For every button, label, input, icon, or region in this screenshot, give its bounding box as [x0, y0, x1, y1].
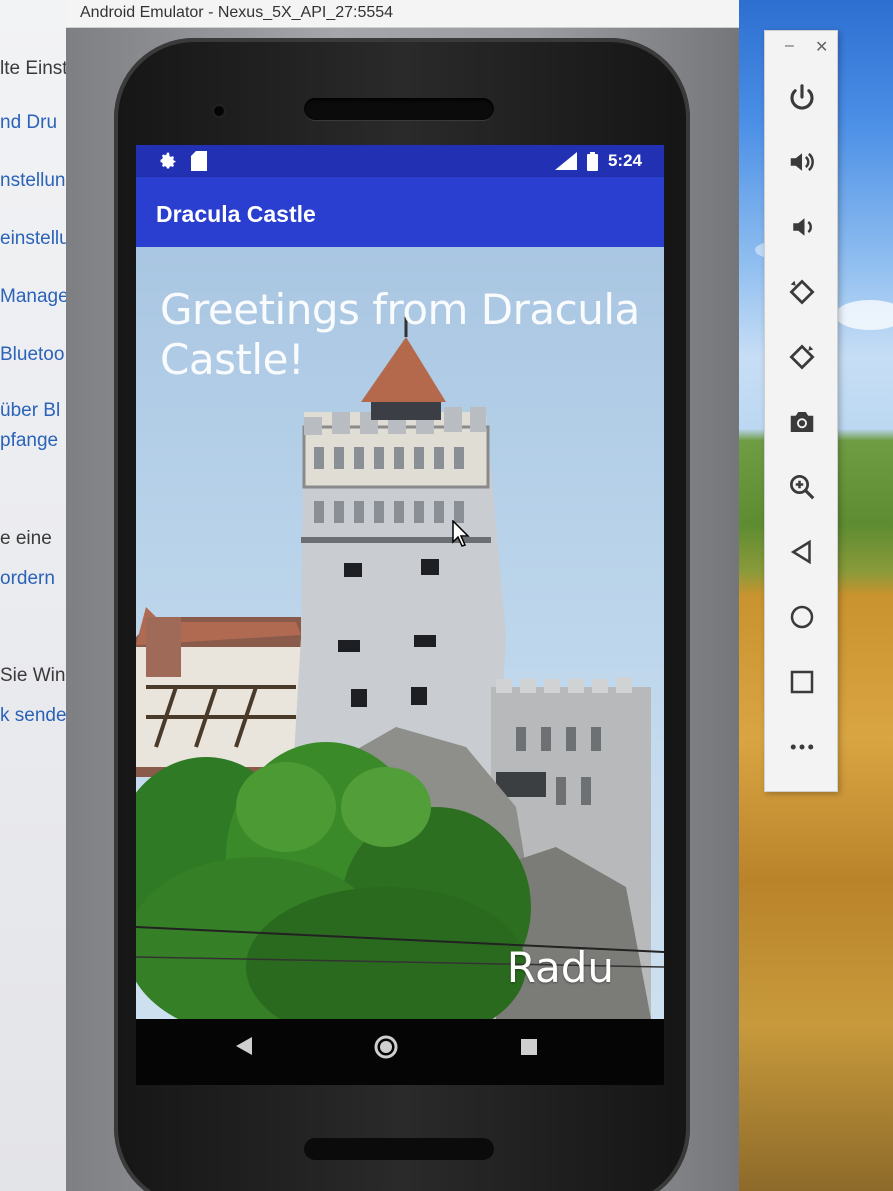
status-bar: 5:24	[136, 145, 664, 177]
volume-down-button[interactable]	[782, 207, 822, 247]
volume-up-icon	[790, 152, 814, 172]
background-text: Sie Win	[0, 665, 66, 686]
status-icons-right: 5:24	[554, 151, 642, 171]
rotate-left-icon	[789, 279, 815, 305]
back-icon[interactable]	[236, 1035, 252, 1061]
rotate-left-button[interactable]	[782, 272, 822, 312]
background-link[interactable]: Manage	[0, 286, 69, 308]
background-link[interactable]: nstellun	[0, 170, 66, 192]
castle-photo: Greetings from Dracula Castle! Radu	[136, 247, 664, 1019]
signature-text: Radu	[506, 943, 614, 992]
home-icon[interactable]	[374, 1035, 398, 1065]
zoom-button[interactable]	[782, 467, 822, 507]
close-icon[interactable]: ✕	[815, 37, 828, 57]
zoom-icon	[790, 475, 815, 500]
toolbar-window-controls: – ✕	[765, 37, 839, 61]
minimize-icon[interactable]: –	[785, 37, 794, 55]
screenshot-button[interactable]	[782, 402, 822, 442]
background-link[interactable]: einstellu	[0, 228, 70, 250]
navigation-bar	[136, 1019, 664, 1085]
mouse-cursor-icon	[452, 520, 470, 547]
background-text: e eine	[0, 528, 52, 549]
sd-card-icon	[191, 151, 208, 172]
home-icon	[790, 605, 814, 629]
rotate-right-button[interactable]	[782, 337, 822, 377]
phone-screen[interactable]: 5:24 Dracula Castle Greetings from Dracu…	[136, 145, 664, 1085]
overview-button[interactable]	[782, 662, 822, 702]
battery-icon	[586, 151, 598, 171]
background-link[interactable]: ordern	[0, 568, 55, 590]
power-button[interactable]	[782, 77, 822, 117]
background-text: lte Einst	[0, 58, 68, 79]
signal-icon	[554, 152, 577, 170]
camera-icon	[790, 412, 814, 432]
power-icon	[790, 84, 814, 110]
status-icons-left	[158, 150, 208, 172]
emulator-toolbar: – ✕	[764, 30, 838, 792]
home-button[interactable]	[782, 597, 822, 637]
window-title: Android Emulator - Nexus_5X_API_27:5554	[80, 4, 394, 21]
background-settings-window: lte Einst nd Dru nstellun einstellu Mana…	[0, 0, 70, 1191]
volume-down-icon	[793, 218, 812, 236]
app-title: Dracula Castle	[156, 201, 316, 227]
greeting-text: Greetings from Dracula Castle!	[160, 285, 640, 384]
background-link[interactable]: über Bl	[0, 400, 60, 422]
back-button[interactable]	[782, 532, 822, 572]
rotate-right-icon	[789, 344, 815, 370]
more-button[interactable]	[782, 727, 822, 767]
app-bar: Dracula Castle	[136, 177, 664, 247]
back-icon	[790, 539, 811, 565]
bottom-speaker	[304, 1138, 494, 1160]
volume-up-button[interactable]	[782, 142, 822, 182]
more-icon	[790, 744, 814, 750]
overview-icon	[790, 670, 814, 694]
earpiece-speaker	[304, 98, 494, 120]
gear-icon	[160, 152, 176, 169]
window-titlebar[interactable]: Android Emulator - Nexus_5X_API_27:5554	[66, 0, 739, 28]
recents-icon[interactable]	[521, 1035, 537, 1061]
status-time: 5:24	[607, 151, 642, 170]
background-link[interactable]: pfange	[0, 430, 58, 452]
background-link[interactable]: nd Dru	[0, 112, 57, 134]
background-link[interactable]: k sende	[0, 705, 67, 727]
front-camera-icon	[214, 106, 224, 116]
background-link[interactable]: Bluetoo	[0, 344, 64, 366]
